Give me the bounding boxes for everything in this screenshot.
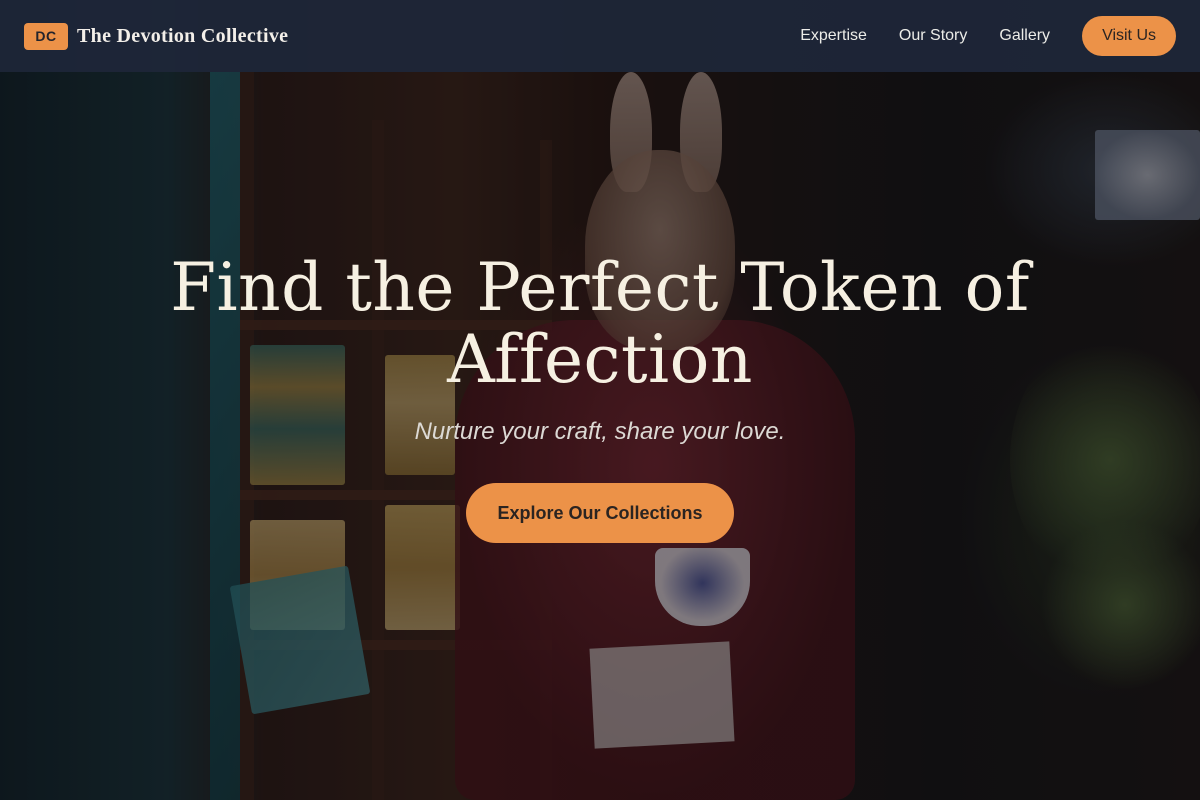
page: DC The Devotion Collective Expertise Our… xyxy=(0,0,1200,800)
brand[interactable]: DC The Devotion Collective xyxy=(24,22,289,50)
hero-section: Find the Perfect Token of Affection Nurt… xyxy=(0,252,1200,543)
explore-collections-button[interactable]: Explore Our Collections xyxy=(466,483,734,543)
visit-us-button[interactable]: Visit Us xyxy=(1082,16,1176,56)
hero-subtitle: Nurture your craft, share your love. xyxy=(414,418,786,445)
nav-link-our-story[interactable]: Our Story xyxy=(899,27,967,45)
top-navbar: DC The Devotion Collective Expertise Our… xyxy=(0,0,1200,72)
nav-links: Expertise Our Story Gallery Visit Us xyxy=(800,16,1176,56)
nav-link-expertise[interactable]: Expertise xyxy=(800,27,867,45)
hero-title: Find the Perfect Token of Affection xyxy=(170,249,1030,398)
brand-name: The Devotion Collective xyxy=(77,24,289,47)
nav-link-gallery[interactable]: Gallery xyxy=(999,27,1050,45)
logo-badge: DC xyxy=(24,22,68,50)
